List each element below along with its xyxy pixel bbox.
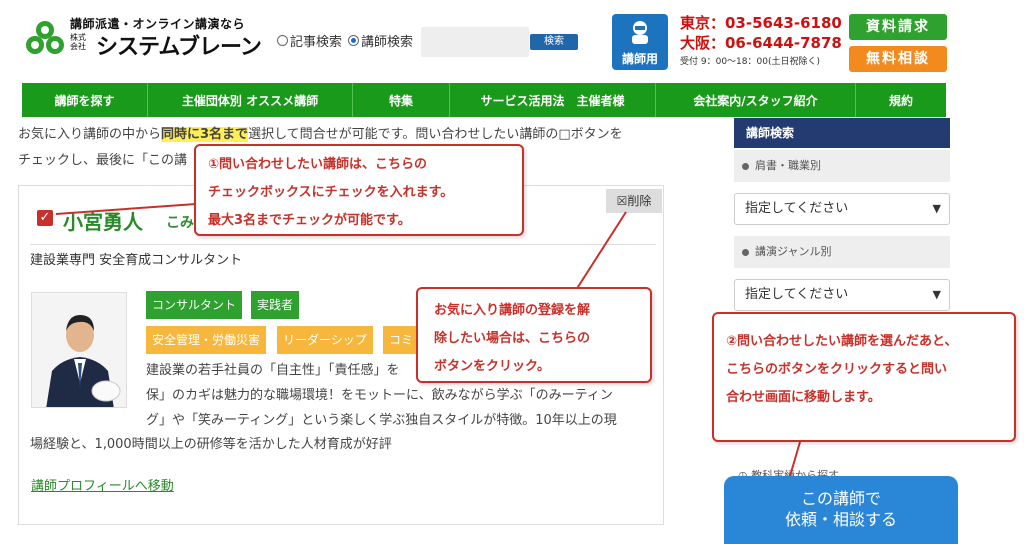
occupation-select[interactable]: 指定してください ▼ bbox=[734, 193, 950, 225]
tag-leadership[interactable]: リーダーシップ bbox=[277, 326, 373, 354]
cta-line2: 依頼・相談する bbox=[784, 510, 897, 529]
note2-line1: お気に入り講師の登録を解 bbox=[434, 303, 591, 318]
delete-favorite-button[interactable]: ☒削除 bbox=[606, 189, 662, 213]
note1-line2: チェックボックスにチェックを入れます。 bbox=[208, 185, 454, 200]
tel-tokyo: 東京：03-5643-6180 bbox=[680, 14, 842, 32]
logo-company-name[interactable]: システムブレーン bbox=[96, 29, 262, 61]
speaker-photo-image bbox=[32, 293, 126, 407]
free-consultation-button[interactable]: 無料相談 bbox=[849, 46, 947, 72]
note3-line2: こちらのボタンをクリックすると問い bbox=[726, 362, 948, 377]
nav-terms[interactable]: 規約 bbox=[856, 83, 946, 117]
business-hours: 受付 9：00〜18：00(土日祝除く) bbox=[680, 57, 820, 67]
request-materials-button[interactable]: 資料請求 bbox=[849, 14, 947, 40]
note1-line1: ①問い合わせしたい講師は、こちらの bbox=[208, 157, 428, 172]
radio-speaker-search[interactable] bbox=[348, 35, 360, 46]
intro-part1: お気に入り講師の中から bbox=[18, 127, 162, 142]
genre-select[interactable]: 指定してください ▼ bbox=[734, 279, 950, 311]
tag-safety-management[interactable]: 安全管理・労働災害 bbox=[146, 326, 267, 354]
search-type-radios: 記事検索 講師検索 bbox=[277, 31, 413, 50]
speaker-login-button[interactable]: 講師用 bbox=[612, 14, 668, 70]
global-nav: 講師を探す 主催団体別 オススメ講師 特集 サービス活用法 主催者様 会社案内/… bbox=[22, 83, 946, 117]
bullet-icon bbox=[742, 162, 749, 170]
speaker-photo bbox=[31, 292, 127, 408]
note2-line3: ボタンをクリック。 bbox=[434, 359, 550, 374]
speaker-subtitle: 建設業専門 安全育成コンサルタント bbox=[30, 253, 243, 268]
note3-line1: ②問い合わせしたい講師を選んだあと、 bbox=[726, 334, 958, 349]
note3-line3: 合わせ画面に移動します。 bbox=[726, 390, 881, 405]
radio-article-label: 記事検索 bbox=[290, 35, 343, 50]
note2-line2: 除したい場合は、こちらの bbox=[434, 331, 591, 346]
search-input[interactable] bbox=[421, 27, 529, 57]
tag-communication[interactable]: コミ bbox=[383, 326, 417, 354]
chevron-down-icon: ▼ bbox=[932, 288, 941, 301]
chevron-down-icon: ▼ bbox=[932, 202, 941, 215]
cta-line1: この講師で bbox=[800, 489, 881, 508]
search-button[interactable]: 検索 bbox=[530, 34, 578, 50]
speaker-kana: こみ bbox=[166, 215, 194, 231]
profile-link[interactable]: 講師プロフィールへ移動 bbox=[31, 475, 174, 494]
desc-line3: グ」や「笑みーティング」という楽しく学ぶ独自スタイルが特徴。10年以上の現 bbox=[146, 413, 617, 428]
radio-speaker-label: 講師検索 bbox=[361, 35, 414, 50]
tag-practitioner[interactable]: 実践者 bbox=[251, 291, 300, 319]
company-logo-icon bbox=[26, 21, 64, 54]
nav-recommended[interactable]: 主催団体別 オススメ講師 bbox=[148, 83, 353, 117]
bullet-icon bbox=[742, 248, 749, 256]
desc-line2: 保」のカギは魅力的な職場環境！をモットーに、飲みながら学ぶ「のみーティン bbox=[146, 388, 613, 403]
sidebar-section-genre: 講演ジャンル別 bbox=[734, 236, 950, 268]
intro-highlight: 同時に3名まで bbox=[161, 127, 249, 142]
occupation-select-value: 指定してください bbox=[745, 201, 849, 216]
section-occupation-label: 肩書・職業別 bbox=[755, 159, 821, 172]
speaker-person-icon bbox=[632, 21, 648, 44]
section-genre-label: 講演ジャンル別 bbox=[755, 245, 832, 258]
nav-find-speaker[interactable]: 講師を探す bbox=[22, 83, 148, 117]
annotation-checkbox: ①問い合わせしたい講師は、こちらの チェックボックスにチェックを入れます。 最大… bbox=[194, 144, 524, 236]
sidebar-search-title: 講師検索 bbox=[734, 118, 950, 148]
nav-company-info[interactable]: 会社案内/スタッフ紹介 bbox=[656, 83, 856, 117]
annotation-inquire: ②問い合わせしたい講師を選んだあと、 こちらのボタンをクリックすると問い 合わせ… bbox=[712, 312, 1016, 442]
desc-line4: 場経験と、1,000時間以上の研修等を活かした人材育成が好評 bbox=[30, 437, 392, 452]
intro-line2-start: チェックし、最後に「この講 bbox=[18, 153, 188, 168]
intro-part2: 選択して問合せが可能です。問い合わせしたい講師の□ボタンを bbox=[248, 127, 623, 142]
card-divider bbox=[30, 244, 656, 245]
sidebar-section-occupation: 肩書・職業別 bbox=[734, 150, 950, 182]
tag-consultant[interactable]: コンサルタント bbox=[146, 291, 243, 319]
nav-feature[interactable]: 特集 bbox=[353, 83, 450, 117]
annotation-delete: お気に入り講師の登録を解 除したい場合は、こちらの ボタンをクリック。 bbox=[416, 287, 652, 383]
genre-select-value: 指定してください bbox=[745, 287, 849, 302]
speaker-select-checkbox[interactable]: ✓ bbox=[37, 210, 53, 226]
radio-article-search[interactable] bbox=[277, 35, 288, 46]
inquire-speaker-button[interactable]: この講師で 依頼・相談する bbox=[724, 476, 958, 544]
note1-line3: 最大3名までチェックが可能です。 bbox=[208, 213, 411, 228]
tel-osaka: 大阪：06-6444-7878 bbox=[680, 34, 842, 52]
speaker-name[interactable]: 小宮勇人 bbox=[63, 206, 143, 235]
logo-company-type: 株式会社 bbox=[70, 33, 86, 51]
speaker-login-label: 講師用 bbox=[621, 52, 658, 66]
nav-service-usage[interactable]: サービス活用法 主催者様 bbox=[450, 83, 656, 117]
